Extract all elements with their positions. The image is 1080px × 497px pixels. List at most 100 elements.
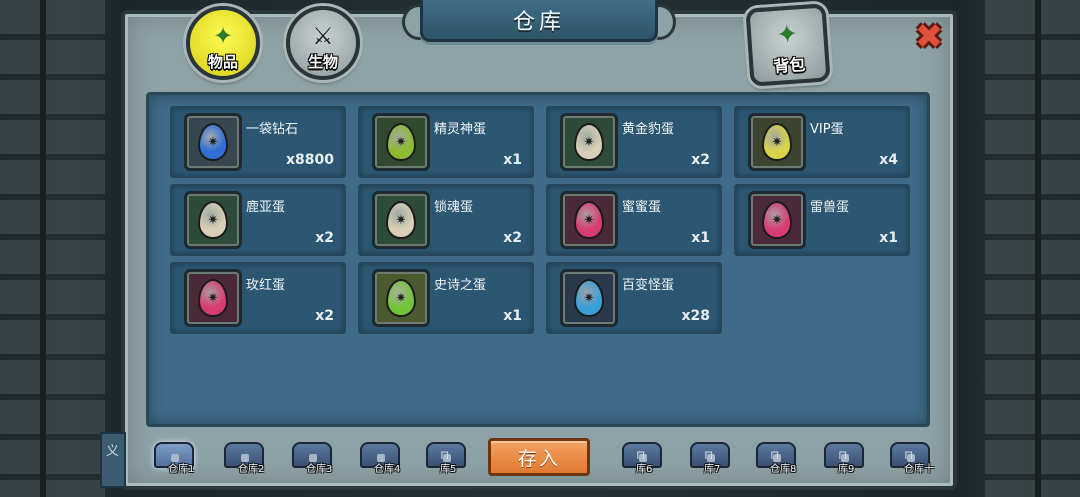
- right-stone-wall: [985, 0, 1080, 497]
- backpack-label: 背包: [772, 54, 807, 77]
- diamond-bag-icon: ✷: [198, 123, 228, 161]
- item-tile[interactable]: ✷ 雷兽蛋 x1: [734, 184, 910, 256]
- warehouse-slot[interactable]: ⊓ 仓库十: [884, 436, 940, 482]
- item-name: 鹿亚蛋: [246, 200, 286, 215]
- warehouse-label: 库5: [440, 464, 457, 475]
- shapeshifter-egg-icon: ✷: [574, 279, 604, 317]
- epic-egg-icon: ✷: [386, 279, 416, 317]
- warehouse-slot[interactable]: ⊓ 库7: [684, 436, 740, 482]
- item-tile[interactable]: ✷ 蜜蜜蛋 x1: [546, 184, 722, 256]
- item-name: 精灵神蛋: [434, 122, 487, 137]
- egg-emblem-icon: ✷: [207, 134, 219, 150]
- item-tile[interactable]: ✷ 玫红蛋 x2: [170, 262, 346, 334]
- warehouse-label: 仓库十: [904, 464, 934, 475]
- item-tile[interactable]: ✷ 锁魂蛋 x2: [358, 184, 534, 256]
- item-name: 雷兽蛋: [810, 200, 850, 215]
- egg-emblem-icon: ✷: [583, 212, 595, 228]
- item-tile[interactable]: ✷ VIP蛋 x4: [734, 106, 910, 178]
- item-icon-frame: ✷: [184, 113, 242, 171]
- side-tab-text: 义: [106, 444, 120, 459]
- warehouse-slot[interactable]: 仓库3: [286, 436, 342, 482]
- golden-leopard-egg-icon: ✷: [574, 123, 604, 161]
- warehouse-label: 仓库3: [306, 464, 333, 475]
- item-tile[interactable]: ✷ 百变怪蛋 x28: [546, 262, 722, 334]
- item-quantity: x2: [691, 152, 710, 168]
- item-icon-frame: ✷: [560, 269, 618, 327]
- item-quantity: x1: [503, 152, 522, 168]
- tab-items[interactable]: ✦ 物品: [186, 6, 260, 80]
- vip-egg-icon: ✷: [762, 123, 792, 161]
- item-tile[interactable]: ✷ 史诗之蛋 x1: [358, 262, 534, 334]
- tab-creatures[interactable]: ⚔ 生物: [286, 6, 360, 80]
- egg-emblem-icon: ✷: [207, 290, 219, 306]
- thunder-beast-egg-icon: ✷: [762, 201, 792, 239]
- warehouse-label: 库6: [636, 464, 653, 475]
- deposit-label: 存入: [517, 447, 560, 470]
- tab-items-label: 物品: [207, 53, 238, 71]
- item-icon: ✦: [212, 22, 234, 50]
- deposit-button[interactable]: 存入: [488, 438, 590, 476]
- game-screen: 仓库 ✦ 物品 ⚔ 生物 ✦ 背包 ✖ ✷ 一袋钻石 x8800 ✷ 精灵神蛋 x1 ✷ 黄金…: [0, 0, 1080, 497]
- warehouse-slot[interactable]: ⊓ 仓库8: [750, 436, 806, 482]
- page-title: 仓库: [512, 9, 565, 35]
- warehouse-slot[interactable]: 仓库1: [148, 436, 204, 482]
- item-quantity: x1: [691, 230, 710, 246]
- item-tile[interactable]: ✷ 一袋钻石 x8800: [170, 106, 346, 178]
- backpack-button[interactable]: ✦ 背包: [745, 3, 831, 87]
- warehouse-label: 库7: [704, 464, 721, 475]
- item-icon-frame: ✷: [748, 191, 806, 249]
- egg-emblem-icon: ✷: [771, 134, 783, 150]
- title-plate: 仓库: [420, 0, 658, 42]
- item-icon-frame: ✷: [372, 191, 430, 249]
- tab-creatures-label: 生物: [307, 53, 338, 71]
- left-stone-wall: [0, 0, 105, 497]
- warehouse-slot[interactable]: ⊓ 库5: [420, 436, 476, 482]
- backpack-icon: ✦: [775, 19, 800, 51]
- item-icon-frame: ✷: [184, 191, 242, 249]
- item-quantity: x2: [315, 230, 334, 246]
- item-quantity: x2: [503, 230, 522, 246]
- item-name: 锁魂蛋: [434, 200, 474, 215]
- item-name: 蜜蜜蛋: [622, 200, 662, 215]
- item-icon-frame: ✷: [372, 113, 430, 171]
- item-quantity: x4: [879, 152, 898, 168]
- egg-emblem-icon: ✷: [583, 290, 595, 306]
- item-name: VIP蛋: [810, 122, 844, 137]
- item-name: 百变怪蛋: [622, 278, 675, 293]
- warehouse-slot[interactable]: 仓库4: [354, 436, 410, 482]
- egg-emblem-icon: ✷: [207, 212, 219, 228]
- luya-egg-icon: ✷: [198, 201, 228, 239]
- item-name: 史诗之蛋: [434, 278, 487, 293]
- side-tab[interactable]: 义: [100, 432, 126, 488]
- egg-emblem-icon: ✷: [583, 134, 595, 150]
- warehouse-label: 仓库2: [238, 464, 265, 475]
- warehouse-slot[interactable]: ⊓ 库9: [818, 436, 874, 482]
- egg-emblem-icon: ✷: [771, 212, 783, 228]
- warehouse-label: 仓库8: [770, 464, 797, 475]
- item-quantity: x1: [879, 230, 898, 246]
- item-quantity: x28: [681, 308, 710, 324]
- item-icon-frame: ✷: [372, 269, 430, 327]
- egg-emblem-icon: ✷: [395, 212, 407, 228]
- egg-emblem-icon: ✷: [395, 134, 407, 150]
- warehouse-label: 仓库1: [168, 464, 195, 475]
- creature-icon: ⚔: [312, 22, 334, 50]
- close-button[interactable]: ✖: [912, 20, 946, 54]
- item-quantity: x1: [503, 308, 522, 324]
- item-icon-frame: ✷: [748, 113, 806, 171]
- item-quantity: x8800: [286, 152, 334, 168]
- warehouse-slot[interactable]: 仓库2: [218, 436, 274, 482]
- elf-egg-icon: ✷: [386, 123, 416, 161]
- item-grid: ✷ 一袋钻石 x8800 ✷ 精灵神蛋 x1 ✷ 黄金豹蛋 x2 ✷ VIP蛋 x4 ✷ 鹿亚蛋 x2 ✷ 锁魂…: [170, 106, 915, 334]
- item-name: 一袋钻石: [246, 122, 299, 137]
- item-tile[interactable]: ✷ 黄金豹蛋 x2: [546, 106, 722, 178]
- item-quantity: x2: [315, 308, 334, 324]
- item-name: 玫红蛋: [246, 278, 286, 293]
- item-tile[interactable]: ✷ 精灵神蛋 x1: [358, 106, 534, 178]
- warehouse-label: 仓库4: [374, 464, 401, 475]
- rose-egg-icon: ✷: [198, 279, 228, 317]
- honey-egg-icon: ✷: [574, 201, 604, 239]
- item-tile[interactable]: ✷ 鹿亚蛋 x2: [170, 184, 346, 256]
- item-name: 黄金豹蛋: [622, 122, 675, 137]
- warehouse-slot[interactable]: ⊓ 库6: [616, 436, 672, 482]
